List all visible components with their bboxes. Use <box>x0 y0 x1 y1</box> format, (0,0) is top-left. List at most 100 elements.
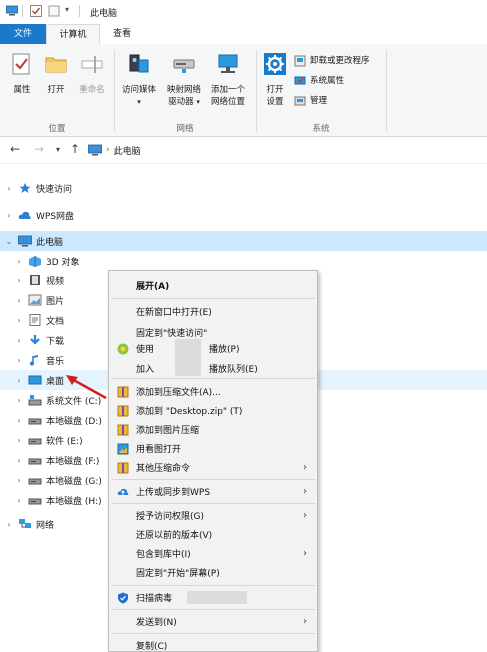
system-properties-button[interactable]: 系统属性 <box>294 74 344 88</box>
properties-icon <box>12 53 30 75</box>
manage-button[interactable]: 管理 <box>294 94 327 108</box>
tree-item-this-pc[interactable]: ⌄ 此电脑 <box>0 231 487 251</box>
tree-label: 文档 <box>46 316 65 327</box>
group-label-network: 网络 <box>176 124 194 134</box>
chevron-right-icon[interactable]: › <box>14 276 24 285</box>
open-button[interactable]: 打开 <box>40 52 72 96</box>
menu-item-add-image-compress[interactable]: 添加到图片压缩 <box>109 419 317 440</box>
up-arrow-icon[interactable]: ↑ <box>70 142 80 156</box>
recent-locations-chevron-icon[interactable]: ▾ <box>56 145 60 154</box>
rename-icon <box>81 56 103 73</box>
tree-item-quick-access[interactable]: › 快速访问 <box>0 178 487 198</box>
menu-item-play[interactable]: 使用 播放(P) <box>109 338 317 359</box>
3d-objects-icon <box>29 256 41 267</box>
menu-item-add-zip[interactable]: 添加到 "Desktop.zip" (T) <box>109 400 317 421</box>
chevron-right-icon[interactable]: › <box>14 356 24 365</box>
menu-label: 用看图打开 <box>136 445 182 455</box>
divider <box>256 50 257 132</box>
tree-item-wps[interactable]: › WPS网盘 <box>0 205 487 225</box>
chevron-right-icon[interactable]: › <box>14 336 24 345</box>
breadcrumb-this-pc[interactable]: 此电脑 <box>114 144 141 157</box>
menu-item-send-to[interactable]: 发送到(N) › <box>109 611 317 632</box>
add-network-location-button[interactable]: 添加一个 网络位置 <box>206 52 250 108</box>
breadcrumb-separator-icon: › <box>106 145 110 155</box>
cloud-icon <box>18 211 31 219</box>
chevron-right-icon[interactable]: › <box>14 416 24 425</box>
menu-item-grant-access[interactable]: 授予访问权限(G) › <box>109 505 317 526</box>
system-drive-icon <box>28 395 42 406</box>
qa-dropdown-icon[interactable]: ▾ <box>65 5 69 14</box>
divider <box>111 298 315 299</box>
properties-button[interactable]: 属性 <box>6 52 38 96</box>
menu-item-open-with-viewer[interactable]: 用看图打开 <box>109 438 317 459</box>
uninstall-icon <box>294 55 306 67</box>
downloads-icon <box>30 335 40 345</box>
drive-icon <box>28 498 42 505</box>
menu-item-restore-versions[interactable]: 还原以前的版本(V) <box>109 524 317 545</box>
menu-label: 添加到压缩文件(A)... <box>136 388 221 398</box>
chevron-right-icon[interactable]: › <box>14 376 24 385</box>
map-network-drive-button[interactable]: 映射网络 驱动器 ▾ <box>162 52 206 108</box>
chevron-right-icon[interactable]: › <box>14 396 24 405</box>
tree-label: 本地磁盘 (D:) <box>46 416 102 427</box>
access-media-label: 访问媒体 <box>121 85 156 95</box>
address-bar[interactable]: › 此电脑 <box>88 141 141 159</box>
menu-item-pin-start[interactable]: 固定到"开始"屏幕(P) <box>109 562 317 583</box>
chevron-right-icon[interactable]: › <box>4 211 14 220</box>
divider <box>22 5 23 17</box>
uninstall-programs-button[interactable]: 卸载或更改程序 <box>294 54 370 68</box>
video-icon <box>30 275 40 285</box>
menu-item-upload-wps[interactable]: 上传或同步到WPS › <box>109 481 317 502</box>
menu-item-add-to-queue[interactable]: 加入 播放队列(E) <box>109 358 317 379</box>
rename-button[interactable]: 重命名 <box>74 52 110 96</box>
chevron-right-icon[interactable]: › <box>14 316 24 325</box>
tree-label: 本地磁盘 (F:) <box>46 456 100 467</box>
open-settings-button[interactable]: 打开 设置 <box>260 52 290 108</box>
tree-label: 图片 <box>46 296 65 307</box>
menu-item-open-new-window[interactable]: 在新窗口中打开(E) <box>109 301 317 322</box>
new-folder-icon[interactable] <box>48 5 60 17</box>
chevron-right-icon[interactable]: › <box>4 184 14 193</box>
properties-check-icon[interactable] <box>30 5 42 17</box>
archive-icon <box>117 424 129 435</box>
menu-item-scan-virus[interactable]: 扫描病毒 <box>109 587 317 608</box>
menu-item-add-archive[interactable]: 添加到压缩文件(A)... <box>109 381 317 402</box>
network-icon <box>19 519 31 528</box>
menu-item-other-compress[interactable]: 其他压缩命令 › <box>109 457 317 478</box>
menu-item-include-library[interactable]: 包含到库中(I) › <box>109 543 317 564</box>
menu-label: 还原以前的版本(V) <box>136 531 213 541</box>
chevron-right-icon[interactable]: › <box>4 520 14 529</box>
back-arrow-icon[interactable]: ← <box>10 142 20 156</box>
dropdown-arrow-icon: ▾ <box>137 98 141 106</box>
chevron-right-icon[interactable]: › <box>14 496 24 505</box>
chevron-right-icon[interactable]: › <box>14 257 24 266</box>
menu-item-expand[interactable]: 展开(A) <box>109 275 317 296</box>
settings-gear-icon <box>264 53 286 75</box>
navigation-bar: ← → ▾ ↑ › 此电脑 <box>0 137 487 164</box>
tab-view[interactable]: 查看 <box>104 24 140 44</box>
menu-label: 复制(C) <box>136 642 168 652</box>
menu-item-copy[interactable]: 复制(C) <box>109 635 317 652</box>
divider <box>79 5 80 17</box>
menu-label: 加入 <box>136 365 155 375</box>
chevron-down-icon[interactable]: ⌄ <box>4 237 14 246</box>
forward-arrow-icon[interactable]: → <box>34 142 44 156</box>
tab-file[interactable]: 文件 <box>0 24 46 44</box>
tab-computer[interactable]: 计算机 <box>46 24 100 45</box>
access-media-button[interactable]: 访问媒体 ▾ <box>118 52 160 108</box>
drive-icon <box>28 458 42 465</box>
redacted-block <box>175 358 201 376</box>
chevron-right-icon[interactable]: › <box>14 456 24 465</box>
tree-label: 本地磁盘 (G:) <box>46 476 102 487</box>
archive-icon <box>117 405 129 416</box>
divider <box>111 609 315 610</box>
chevron-right-icon[interactable]: › <box>14 476 24 485</box>
chevron-right-icon[interactable]: › <box>14 296 24 305</box>
divider <box>386 50 387 132</box>
chevron-right-icon[interactable]: › <box>14 436 24 445</box>
manage-icon <box>294 96 306 106</box>
divider <box>111 378 315 379</box>
tree-item-3d-objects[interactable]: › 3D 对象 <box>0 251 487 271</box>
tree-label: 网络 <box>36 520 55 531</box>
open-folder-icon <box>45 57 67 73</box>
